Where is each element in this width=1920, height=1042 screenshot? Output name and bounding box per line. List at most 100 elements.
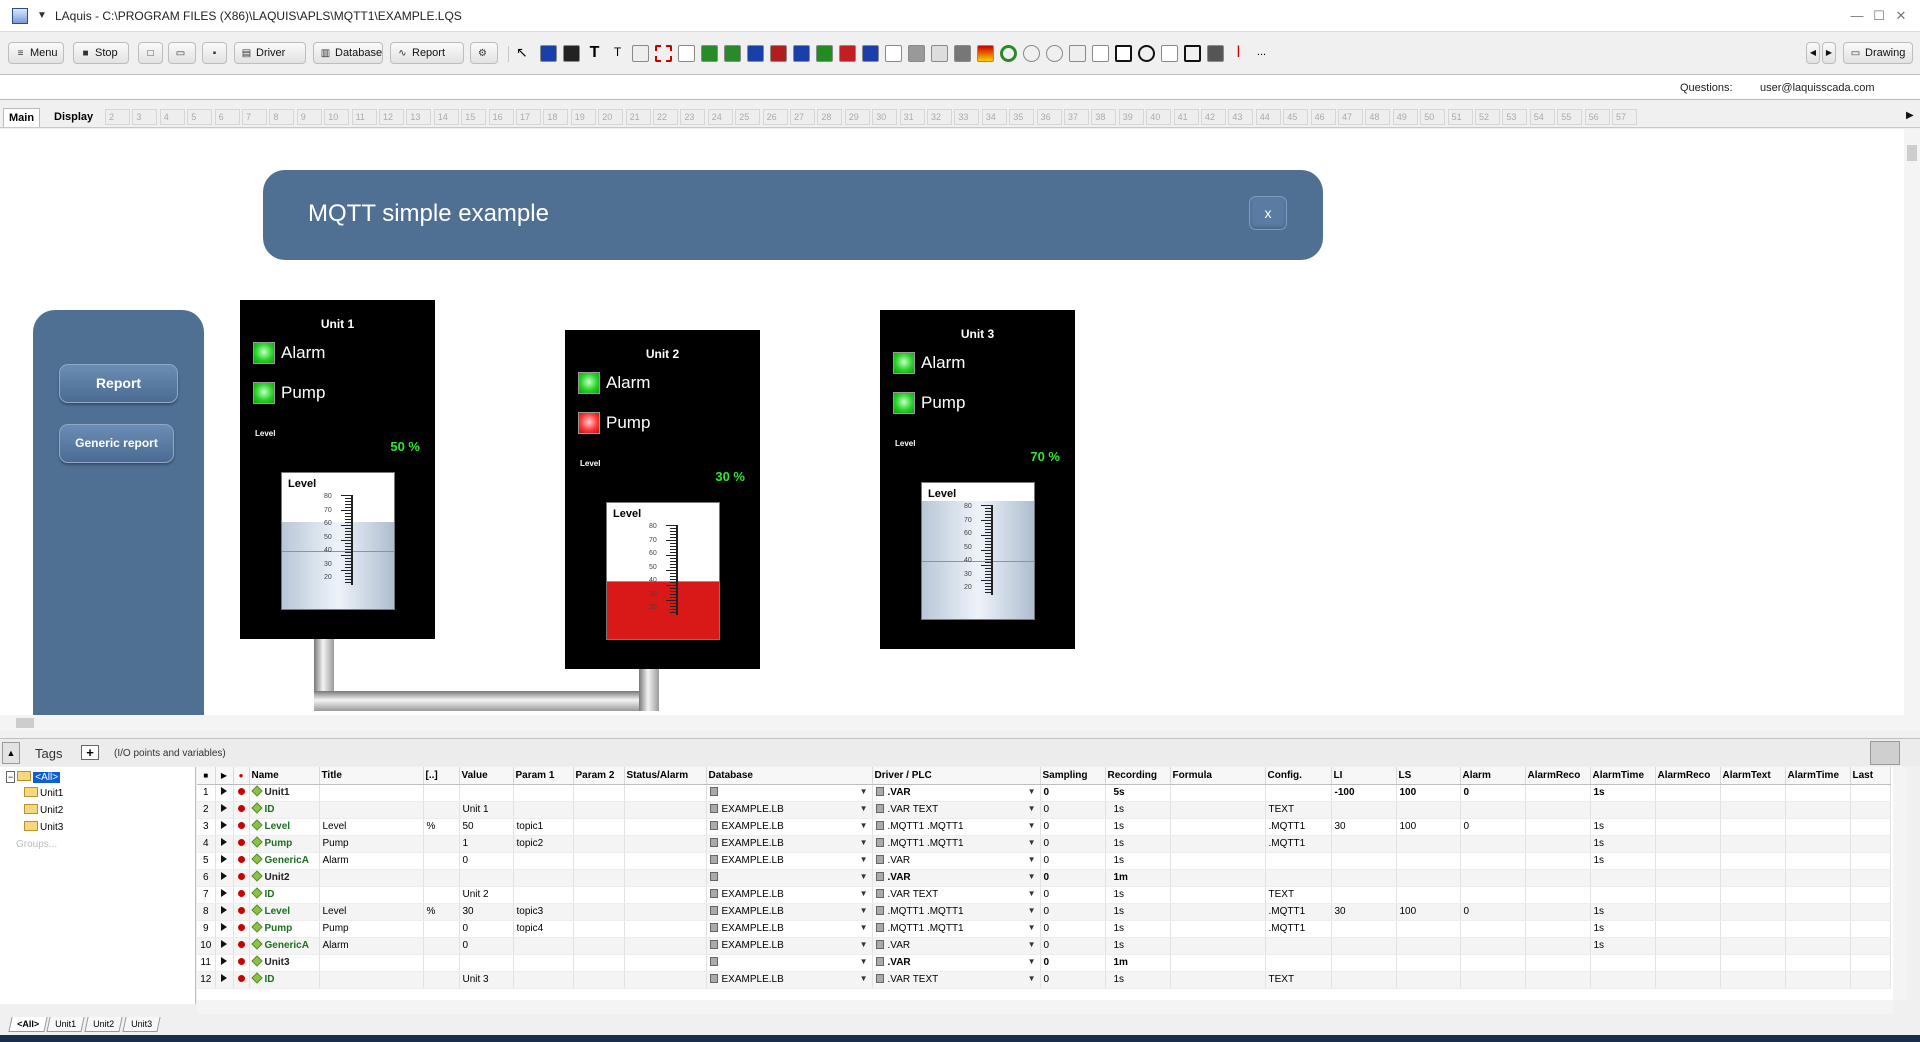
column-header[interactable]: Sampling — [1040, 767, 1106, 785]
tag-database-cell[interactable]: EXAMPLE.LB ▼ — [706, 971, 873, 989]
column-header[interactable]: AlarmReco — [1655, 767, 1721, 785]
tag-driver-cell[interactable]: .VAR TEXT ▼ — [872, 886, 1041, 904]
tag-config-cell[interactable]: .MQTT1 — [1265, 818, 1332, 836]
tag-alarm-reco-cell[interactable] — [1525, 784, 1591, 802]
tag-database-cell[interactable]: EXAMPLE.LB ▼ — [706, 886, 873, 904]
tag-alarm-reco-cell[interactable] — [1525, 971, 1591, 989]
tab-31[interactable]: 31 — [899, 109, 925, 125]
dropdown-icon[interactable]: ▼ — [1028, 855, 1036, 864]
tag-unit-cell[interactable]: % — [423, 818, 460, 836]
collapse-tags-icon[interactable]: ▲ — [2, 742, 20, 764]
tag-last-cell[interactable] — [1850, 784, 1891, 802]
text-icon[interactable]: T — [586, 45, 603, 62]
tag-param1-cell[interactable] — [513, 869, 574, 887]
tag-recording-cell[interactable]: 1s — [1105, 903, 1171, 921]
tag-alarm-cell[interactable]: 0 — [1460, 818, 1526, 836]
tag-value-cell[interactable]: 50 — [459, 818, 514, 836]
tag-formula-cell[interactable] — [1170, 818, 1266, 836]
tab-52[interactable]: 52 — [1475, 109, 1500, 125]
tag-li-cell[interactable] — [1331, 886, 1397, 904]
dropdown-icon[interactable]: ▼ — [1028, 872, 1036, 881]
tag-alarm-reco2-cell[interactable] — [1655, 835, 1721, 853]
tag-value-cell[interactable] — [459, 954, 514, 972]
tab-9[interactable]: 9 — [296, 109, 322, 125]
tag-alarm-reco-cell[interactable] — [1525, 869, 1591, 887]
button-icon[interactable] — [816, 45, 833, 62]
tag-alarm-reco-cell[interactable] — [1525, 886, 1591, 904]
window-icon[interactable] — [793, 45, 810, 62]
trend-chart-icon[interactable] — [678, 45, 695, 62]
tag-param1-cell[interactable]: topic1 — [513, 818, 574, 836]
tag-li-cell[interactable] — [1331, 835, 1397, 853]
tag-sampling-cell[interactable]: 0 — [1040, 818, 1106, 836]
tag-ls-cell[interactable]: 100 — [1396, 818, 1461, 836]
tag-title-cell[interactable] — [319, 954, 424, 972]
tag-ls-cell[interactable]: 100 — [1396, 903, 1461, 921]
tag-name-cell[interactable]: Unit1 — [249, 784, 320, 802]
tab-14[interactable]: 14 — [433, 109, 459, 125]
tag-recording-cell[interactable]: 1s — [1105, 801, 1171, 819]
tag-alarm-time-cell[interactable]: 1s — [1590, 852, 1656, 870]
dropdown-icon[interactable]: ▼ — [1028, 940, 1036, 949]
tag-alarm-reco2-cell[interactable] — [1655, 954, 1721, 972]
table-row[interactable]: 9 Pump Pump 0 topic4 EXAMPLE.LB ▼ .MQTT1 .MQTT1… — [197, 920, 1891, 938]
tag-alarm-time-cell[interactable]: 1s — [1590, 920, 1656, 938]
bars-icon[interactable] — [908, 45, 925, 62]
tag-alarm-reco2-cell[interactable] — [1655, 869, 1721, 887]
tag-title-cell[interactable]: Alarm — [319, 852, 424, 870]
tag-param1-cell[interactable]: topic2 — [513, 835, 574, 853]
tag-param1-cell[interactable] — [513, 937, 574, 955]
canvas-horizontal-scrollbar[interactable] — [0, 715, 1920, 731]
dropdown-icon[interactable]: ▼ — [860, 974, 868, 983]
tab-display[interactable]: Display — [49, 108, 98, 127]
dropdown-icon[interactable]: ▼ — [860, 804, 868, 813]
dropdown-icon[interactable]: ▼ — [1028, 974, 1036, 983]
dropdown-icon[interactable]: ▼ — [1028, 838, 1036, 847]
tag-formula-cell[interactable] — [1170, 784, 1266, 802]
tag-recording-cell[interactable]: 1s — [1105, 920, 1171, 938]
tag-driver-cell[interactable]: .VAR ▼ — [872, 784, 1041, 802]
report-button[interactable]: Report — [59, 364, 178, 403]
tag-param1-cell[interactable]: topic4 — [513, 920, 574, 938]
maximize-icon[interactable]: ☐ — [1868, 7, 1890, 25]
dropdown-icon[interactable]: ▼ — [1028, 923, 1036, 932]
tag-status-cell[interactable] — [624, 835, 707, 853]
tag-param2-cell[interactable] — [573, 869, 625, 887]
keypad-icon[interactable] — [931, 45, 948, 62]
row-expand-icon[interactable] — [215, 903, 234, 921]
tag-alarm-reco2-cell[interactable] — [1655, 784, 1721, 802]
tag-alarm-time2-cell[interactable] — [1785, 835, 1851, 853]
tab-47[interactable]: 47 — [1338, 109, 1363, 125]
tag-value-cell[interactable] — [459, 784, 514, 802]
rectangle-icon[interactable] — [1115, 45, 1132, 62]
tag-value-cell[interactable]: 0 — [459, 852, 514, 870]
tag-driver-cell[interactable]: .MQTT1 .MQTT1 ▼ — [872, 920, 1041, 938]
column-header[interactable]: ● — [233, 767, 250, 785]
tag-param2-cell[interactable] — [573, 903, 625, 921]
tag-status-cell[interactable] — [624, 801, 707, 819]
tag-alarm-cell[interactable] — [1460, 920, 1526, 938]
table-row[interactable]: 7 ID Unit 2 EXAMPLE.LB ▼ .VAR TEXT ▼ 0 1s TEXT — [197, 886, 1891, 904]
tab-26[interactable]: 26 — [762, 109, 788, 125]
tag-alarm-time2-cell[interactable] — [1785, 852, 1851, 870]
tab-18[interactable]: 18 — [543, 109, 569, 125]
menu-button[interactable]: ≡ Menu — [8, 42, 64, 64]
column-header[interactable]: Recording — [1105, 767, 1171, 785]
tag-li-cell[interactable] — [1331, 801, 1397, 819]
tag-title-cell[interactable] — [319, 971, 424, 989]
tab-10[interactable]: 10 — [324, 109, 350, 125]
tag-recording-cell[interactable]: 1m — [1105, 869, 1171, 887]
tab-57[interactable]: 57 — [1612, 109, 1637, 125]
table-row[interactable]: 8 Level Level% 30 topic3 EXAMPLE.LB ▼ .MQTT1 .M… — [197, 903, 1891, 921]
tag-sampling-cell[interactable]: 0 — [1040, 954, 1106, 972]
tab-15[interactable]: 15 — [461, 109, 487, 125]
dropdown-icon[interactable]: ▼ — [1028, 804, 1036, 813]
tab-32[interactable]: 32 — [927, 109, 952, 125]
tag-param2-cell[interactable] — [573, 971, 625, 989]
tag-alarm-time2-cell[interactable] — [1785, 937, 1851, 955]
tag-alarm-cell[interactable] — [1460, 801, 1526, 819]
tag-database-cell[interactable]: EXAMPLE.LB ▼ — [706, 852, 873, 870]
driver-button[interactable]: ▤ Driver — [234, 42, 306, 64]
tag-alarm-text-cell[interactable] — [1720, 971, 1786, 989]
minimize-icon[interactable]: — — [1846, 7, 1868, 25]
